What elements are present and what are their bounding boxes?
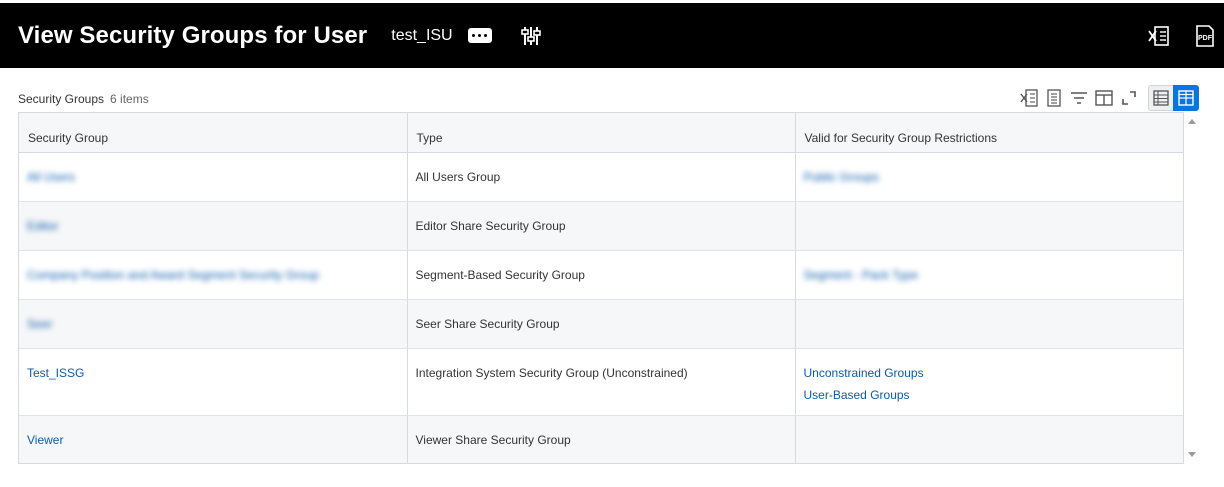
- sliders-icon[interactable]: [520, 25, 541, 47]
- grid-view-icon[interactable]: [1173, 85, 1199, 111]
- table-row: Editor Editor Share Security Group: [19, 201, 1183, 251]
- page-title: View Security Groups for User: [18, 21, 368, 49]
- cell-restrictions: [795, 299, 1183, 349]
- cell-restrictions: Unconstrained Groups User-Based Groups: [795, 348, 1183, 416]
- grid-title: Security Groups 6 items: [18, 92, 149, 106]
- column-header-type[interactable]: Type: [407, 113, 796, 153]
- cell-security-group: Editor: [19, 201, 408, 251]
- excel-export-icon[interactable]: [1148, 25, 1170, 47]
- pdf-label: PDF: [1198, 35, 1213, 42]
- restriction-link[interactable]: Public Groups: [804, 170, 879, 184]
- grid-toolbar: [1020, 85, 1199, 111]
- fullscreen-icon[interactable]: [1120, 89, 1138, 107]
- excel-export-icon[interactable]: [1020, 89, 1038, 107]
- cell-security-group: Seer: [19, 299, 408, 349]
- column-header-security-group[interactable]: Security Group: [19, 113, 408, 153]
- columns-icon[interactable]: [1095, 89, 1113, 107]
- cell-type: Seer Share Security Group: [407, 299, 796, 349]
- security-group-link[interactable]: Company Position and Award Segment Secur…: [27, 268, 319, 282]
- cell-type: Integration System Security Group (Uncon…: [407, 348, 796, 416]
- restriction-link[interactable]: Segment - Pack Type: [804, 268, 919, 282]
- table-row: Seer Seer Share Security Group: [19, 299, 1183, 349]
- grid-title-label: Security Groups: [18, 92, 105, 106]
- security-group-link[interactable]: Viewer: [27, 433, 63, 447]
- cell-type: Segment-Based Security Group: [407, 250, 796, 300]
- item-count: 6 items: [110, 92, 149, 106]
- column-header-restrictions[interactable]: Valid for Security Group Restrictions: [795, 113, 1183, 153]
- table-row: Viewer Viewer Share Security Group: [19, 415, 1183, 463]
- restriction-link[interactable]: User-Based Groups: [804, 388, 910, 402]
- page-header: View Security Groups for User test_ISU P…: [0, 3, 1224, 68]
- security-group-link[interactable]: Seer: [27, 317, 52, 331]
- cell-security-group: All Users: [19, 152, 408, 202]
- cell-restrictions: Public Groups: [795, 152, 1183, 202]
- cell-restrictions: [795, 415, 1183, 463]
- scroll-down-arrow-icon[interactable]: [1188, 452, 1196, 457]
- cell-security-group: Test_ISSG: [19, 348, 408, 416]
- table-row: Company Position and Award Segment Secur…: [19, 250, 1183, 300]
- table-view-icon[interactable]: [1148, 85, 1173, 111]
- scroll-up-arrow-icon[interactable]: [1188, 119, 1196, 124]
- filter-icon[interactable]: [1070, 89, 1088, 107]
- cell-security-group: Viewer: [19, 415, 408, 463]
- restriction-link[interactable]: Unconstrained Groups: [804, 366, 924, 380]
- cell-type: Viewer Share Security Group: [407, 415, 796, 463]
- grid-scrollbar[interactable]: [1185, 113, 1199, 463]
- ellipsis-icon[interactable]: [467, 28, 492, 43]
- table-row: Test_ISSG Integration System Security Gro…: [19, 348, 1183, 416]
- print-icon[interactable]: [1045, 89, 1063, 107]
- security-group-link[interactable]: Test_ISSG: [27, 366, 84, 380]
- security-group-link[interactable]: Editor: [27, 219, 58, 233]
- view-toggle: [1148, 85, 1199, 111]
- security-groups-table: Security Group Type Valid for Security G…: [19, 113, 1183, 463]
- security-group-link[interactable]: All Users: [27, 170, 75, 184]
- cell-restrictions: [795, 201, 1183, 251]
- table-header-row: Security Group Type Valid for Security G…: [19, 113, 1183, 153]
- pdf-export-icon[interactable]: PDF: [1195, 24, 1215, 47]
- subject-user: test_ISU: [391, 26, 453, 44]
- cell-security-group: Company Position and Award Segment Secur…: [19, 250, 408, 300]
- cell-type: Editor Share Security Group: [407, 201, 796, 251]
- table-row: All Users All Users Group Public Groups: [19, 152, 1183, 202]
- security-groups-grid: Security Group Type Valid for Security G…: [18, 112, 1184, 464]
- cell-type: All Users Group: [407, 152, 796, 202]
- cell-restrictions: Segment - Pack Type: [795, 250, 1183, 300]
